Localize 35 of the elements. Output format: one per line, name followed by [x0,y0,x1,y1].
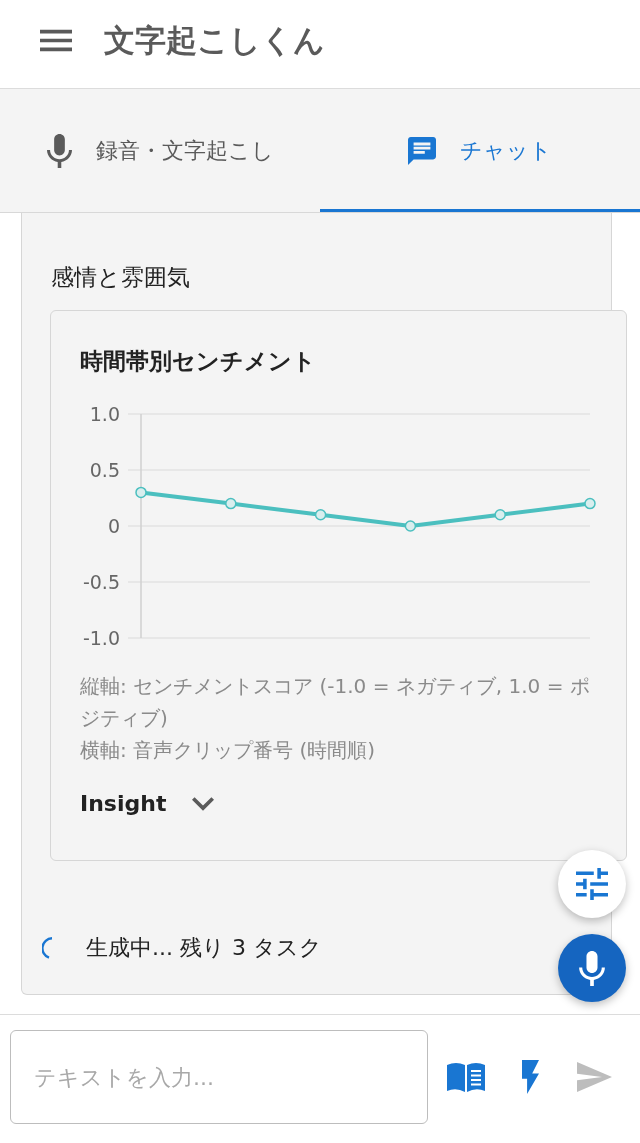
microphone-icon [579,950,605,986]
data-point [494,509,506,521]
menu-icon [40,27,72,53]
data-point [314,509,327,521]
tab[interactable]: チャット [320,89,640,212]
chevron-down-icon [192,796,215,811]
chart-title: 時間帯別センチメント [80,347,317,376]
y-axis-tick-label: -1.0 [82,627,120,649]
chat-bubble-icon [408,136,436,165]
data-point [135,486,147,499]
axis-note: 横軸: 音声クリップ番号 (時間順) [80,737,377,764]
microphone-button[interactable] [558,934,626,1002]
send-icon [576,1062,613,1092]
data-point [225,497,237,510]
y-axis-tick-label: -0.5 [82,571,120,593]
y-axis-tick-label: 1.0 [89,403,120,425]
generation-status: 生成中... 残り 3 タスク [86,933,322,962]
y-axis-tick-label: 0.5 [89,459,120,481]
quick-action-button[interactable] [520,1060,541,1094]
open-book-icon [447,1062,485,1092]
loading-spinner-icon [42,936,53,959]
microphone-icon [46,133,72,168]
message-input[interactable]: テキストを入力... [10,1030,428,1124]
lightning-bolt-icon [520,1060,541,1094]
axis-note: 縦軸: センチメントスコア (-1.0 = ネガティブ, 1.0 = ポジティブ) [80,673,591,732]
menu-button[interactable] [40,27,72,53]
insight-toggle[interactable]: Insight [80,788,215,819]
tab[interactable]: 録音・文字起こし [0,89,320,212]
tune-sliders-icon [576,868,608,900]
data-point [404,520,417,532]
app-title: 文字起こしくん [104,21,325,60]
section-heading: 感情と雰囲気 [51,263,191,292]
book-button[interactable] [447,1062,485,1092]
data-point [584,497,596,510]
y-axis-tick-label: 0 [107,515,120,537]
